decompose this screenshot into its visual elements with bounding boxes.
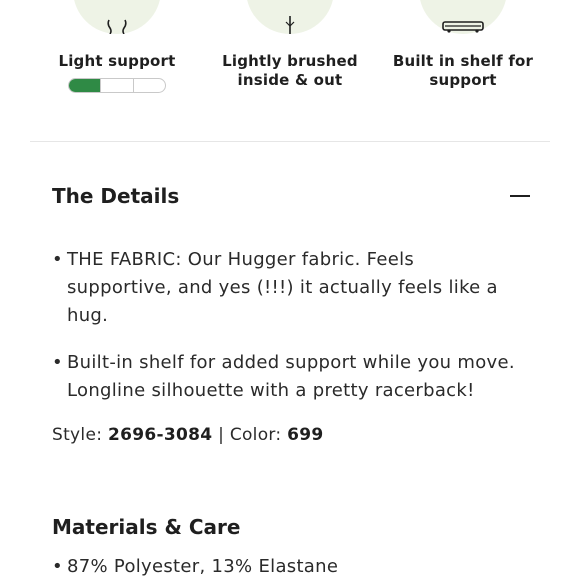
- list-item: 87% Polyester, 13% Elastane: [52, 553, 522, 580]
- section-divider: [30, 141, 550, 142]
- style-color-info: Style: 2696-3084 | Color: 699: [52, 423, 324, 447]
- feature-label: Light support: [58, 52, 176, 70]
- details-title: The Details: [52, 184, 180, 208]
- style-label: Style:: [52, 425, 103, 445]
- details-accordion-header[interactable]: The Details: [52, 182, 532, 212]
- support-level-meter: [68, 78, 166, 93]
- separator: |: [218, 425, 225, 445]
- details-list: THE FABRIC: Our Hugger fabric. Feels sup…: [52, 246, 522, 405]
- minus-icon[interactable]: [510, 195, 530, 197]
- materials-list: 87% Polyester, 13% Elastane: [52, 553, 522, 580]
- style-value: 2696-3084: [107, 425, 213, 445]
- support-level-segment: [69, 79, 102, 92]
- list-item: Built-in shelf for added support while y…: [52, 349, 522, 405]
- color-value: 699: [287, 425, 324, 445]
- support-level-segment: [134, 79, 165, 92]
- materials-title[interactable]: Materials & Care: [52, 513, 240, 541]
- bra-support-icon: [73, 0, 161, 34]
- list-item: THE FABRIC: Our Hugger fabric. Feels sup…: [52, 246, 522, 330]
- feature-label: Lightly brushed inside & out: [222, 52, 358, 89]
- feature-highlights: Light support Lightly brushed inside & o…: [0, 0, 580, 142]
- color-label: Color:: [229, 425, 282, 445]
- feature-label: Built in shelf for support: [392, 52, 534, 89]
- brushed-fabric-icon: [246, 0, 334, 34]
- support-level-segment: [101, 79, 134, 92]
- built-in-shelf-icon: [419, 0, 507, 34]
